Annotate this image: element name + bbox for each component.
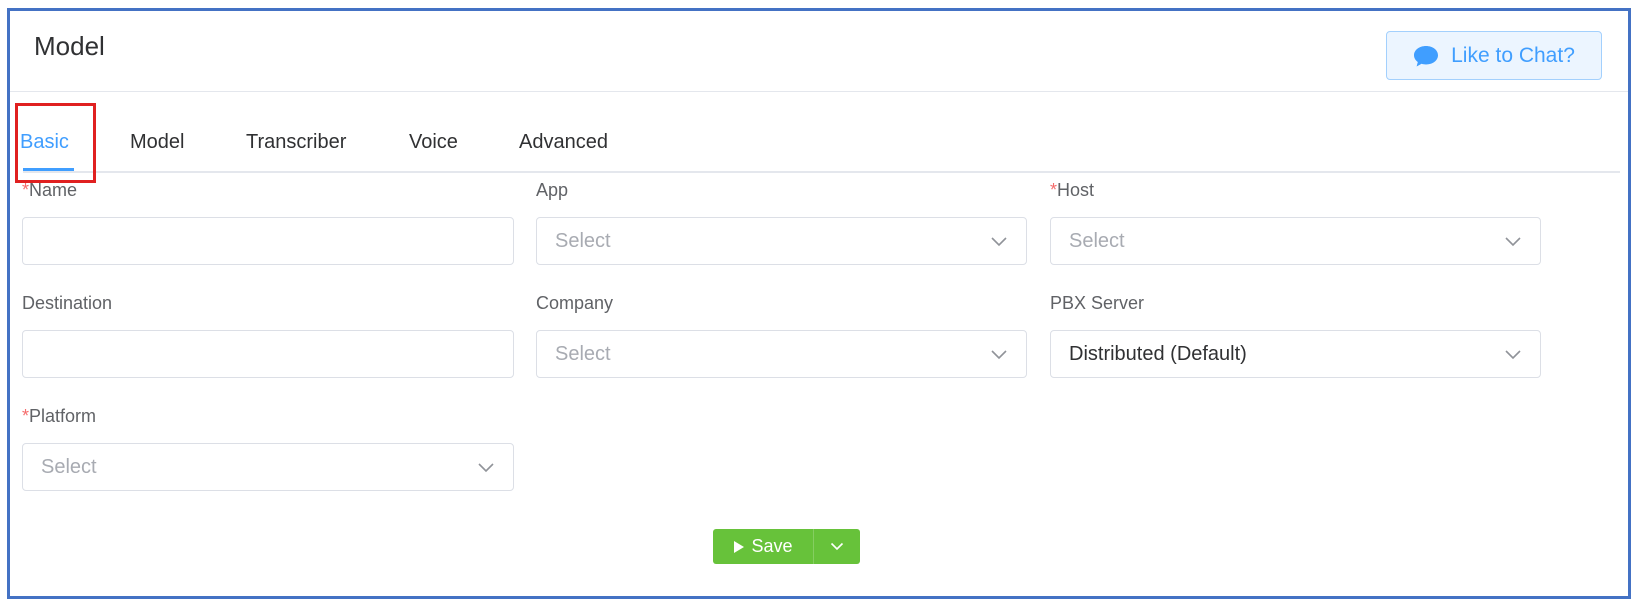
save-button[interactable]: Save [713,529,813,564]
chevron-down-icon [991,237,1007,247]
active-tab-indicator [23,168,74,171]
tab-advanced[interactable]: Advanced [519,131,608,154]
pbx-server-label: PBX Server [1050,293,1145,313]
destination-label: Destination [22,293,113,313]
like-to-chat-button[interactable]: Like to Chat? [1386,31,1602,80]
company-label: Company [536,293,614,313]
tabs-divider [23,171,1620,173]
host-select-placeholder: Select [1069,229,1125,252]
pbx-server-value: Distributed (Default) [1069,342,1247,365]
tab-transcriber[interactable]: Transcriber [246,131,346,154]
play-icon [734,540,745,553]
required-marker: * [22,406,30,426]
platform-select-placeholder: Select [41,455,97,478]
app-select[interactable]: Select [536,217,1027,265]
main-panel: Model Like to Chat? Basic Model Transcri… [7,8,1631,599]
tab-bar: Basic Model Transcriber Voice Advanced [10,101,1610,181]
host-select[interactable]: Select [1050,217,1541,265]
app-select-placeholder: Select [555,229,611,252]
chevron-down-icon [991,350,1007,360]
company-select-placeholder: Select [555,342,611,365]
page-title: Model [34,31,105,61]
tab-model[interactable]: Model [130,131,184,154]
chevron-down-icon [1505,350,1521,360]
tab-voice[interactable]: Voice [409,131,458,154]
save-button-group: Save [713,529,860,564]
platform-label: *Platform [22,406,97,426]
required-marker: * [22,180,30,200]
destination-input[interactable] [22,330,514,378]
chevron-down-icon [830,542,844,551]
chevron-down-icon [1505,237,1521,247]
tab-basic[interactable]: Basic [20,131,69,154]
company-select[interactable]: Select [536,330,1027,378]
chat-bubble-icon [1414,45,1439,66]
save-dropdown-toggle[interactable] [813,529,860,564]
name-input[interactable] [22,217,514,265]
name-label: *Name [22,180,78,200]
host-label: *Host [1050,180,1095,200]
like-to-chat-label: Like to Chat? [1451,43,1575,67]
pbx-server-select[interactable]: Distributed (Default) [1050,330,1541,378]
chevron-down-icon [478,463,494,473]
platform-select[interactable]: Select [22,443,514,491]
required-marker: * [1050,180,1058,200]
save-label: Save [751,536,793,556]
header-divider [10,91,1628,92]
app-label: App [536,180,569,200]
